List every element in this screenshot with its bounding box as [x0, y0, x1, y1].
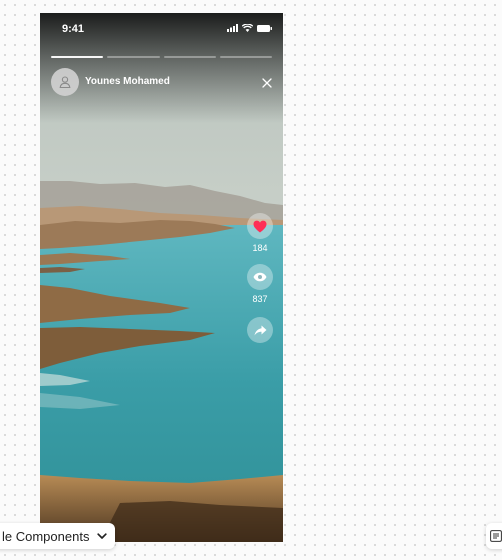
- status-icons: [227, 24, 272, 32]
- components-dropdown[interactable]: le Components: [0, 523, 116, 549]
- progress-segment: [219, 56, 272, 58]
- like-count: 184: [252, 243, 268, 253]
- components-label: le Components: [2, 528, 90, 544]
- view-count: 837: [252, 294, 268, 304]
- heart-icon: [253, 220, 267, 232]
- story-username[interactable]: Younes Mohamed: [85, 76, 170, 87]
- signal-icon: [227, 24, 238, 32]
- eye-icon: [253, 272, 267, 282]
- avatar[interactable]: [51, 68, 79, 96]
- panel-toggle-button[interactable]: [486, 523, 502, 549]
- views-button[interactable]: [247, 264, 273, 290]
- share-button[interactable]: [247, 317, 273, 343]
- wifi-icon: [242, 24, 253, 32]
- close-button[interactable]: [261, 77, 273, 89]
- battery-icon: [257, 24, 272, 32]
- progress-segment: [51, 56, 104, 58]
- like-button[interactable]: [247, 213, 273, 239]
- chevron-down-icon: [97, 532, 108, 539]
- progress-segment: [163, 56, 216, 58]
- story-viewer: 9:41 Younes Mohamed 184 837: [40, 13, 283, 542]
- share-icon: [254, 325, 266, 335]
- avatar-person-icon: [59, 76, 71, 89]
- progress-segment: [107, 56, 160, 58]
- close-icon: [262, 78, 272, 88]
- story-progress: [51, 56, 272, 58]
- status-time: 9:41: [62, 23, 85, 35]
- panel-icon: [490, 530, 502, 542]
